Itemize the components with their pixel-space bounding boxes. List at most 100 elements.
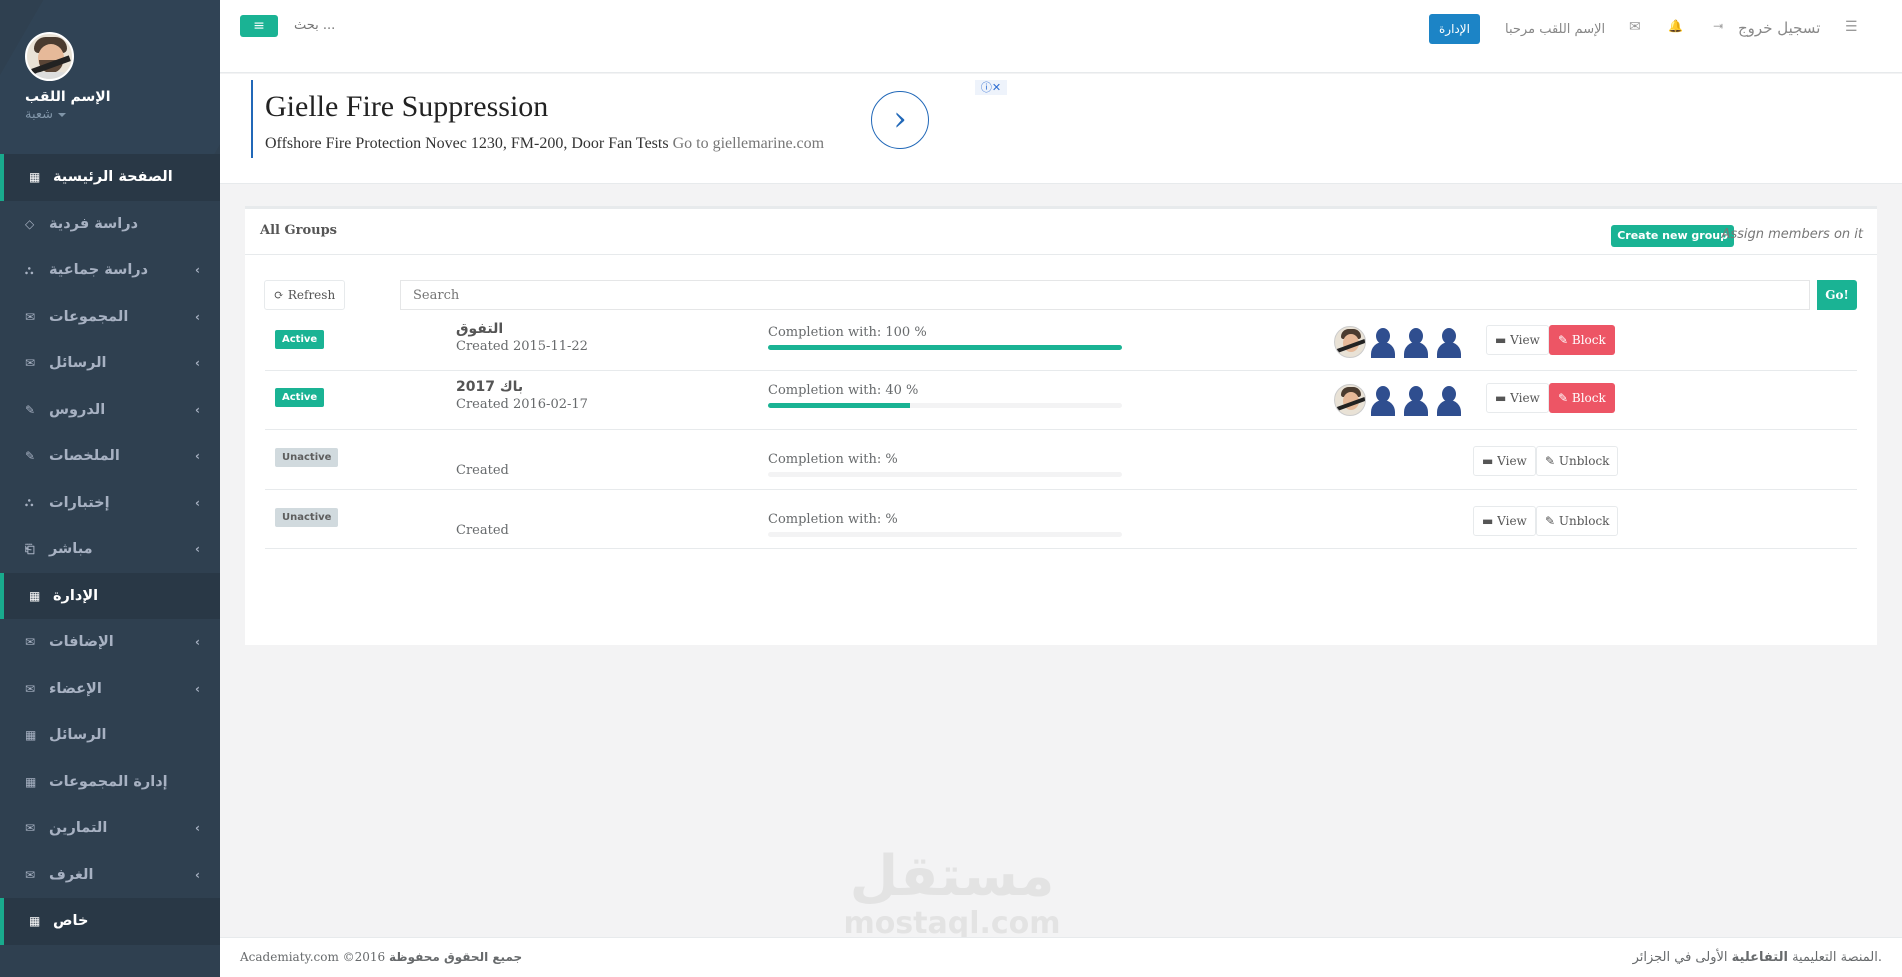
group-search-input[interactable] <box>400 280 1810 310</box>
block-button[interactable]: ✎ Block <box>1549 325 1615 355</box>
sidebar-item-label: الرسائل <box>49 355 107 372</box>
sidebar-item-label: الإدارة <box>53 587 99 604</box>
admin-button[interactable]: الإدارة <box>1429 14 1480 44</box>
footer: Academiaty.com ©2016 جميع الحقوق محفوظة … <box>220 937 1902 977</box>
sidebar-item-icon: ✉ <box>25 821 36 836</box>
menu-toggle-button[interactable]: ≡ <box>240 15 278 37</box>
user-icon[interactable] <box>1367 326 1399 358</box>
chevron-left-icon: ‹ <box>195 635 200 650</box>
chevron-left-icon: ‹ <box>195 449 200 464</box>
sidebar-item-label: الملخصات <box>49 448 120 465</box>
completion-text: Completion with: % <box>768 452 898 467</box>
profile-avatar[interactable] <box>25 32 74 81</box>
table-row: Active التفوق Created 2015-11-22 Completion… <box>265 313 1857 371</box>
sidebar-item-label: الإضافات <box>49 634 114 651</box>
sidebar-item-icon: ✎ <box>25 449 36 464</box>
ad-title[interactable]: Gielle Fire Suppression <box>265 90 548 124</box>
sidebar-item[interactable]: ✎ الملخصات ‹ <box>0 433 220 480</box>
assign-members-text: Assign members on it <box>1721 227 1863 242</box>
unblock-button[interactable]: ✎ Unblock <box>1536 446 1619 476</box>
refresh-button[interactable]: ⟳ Refresh <box>264 280 346 310</box>
group-name[interactable]: التفوق <box>456 321 503 337</box>
sidebar-item[interactable]: ✉ الإعضاء ‹ <box>0 666 220 713</box>
completion-progress-bar <box>768 403 1122 408</box>
ad-description: Offshore Fire Protection Novec 1230, FM-… <box>265 135 669 152</box>
sidebar-item[interactable]: ✉ الإضافات ‹ <box>0 619 220 666</box>
mail-icon[interactable]: ✉ <box>1629 19 1641 35</box>
footer-tagline: .المنصة التعليمية التفاعلية الأولى في ال… <box>1633 950 1882 965</box>
view-button[interactable]: ▬ View <box>1486 383 1549 413</box>
sidebar-item-label: الرسائل <box>49 727 107 744</box>
member-photo-avatar[interactable] <box>1334 326 1366 358</box>
sidebar-item[interactable]: ◇ دراسة فردية <box>0 201 220 248</box>
logout-link[interactable]: تسجيل خروج <box>1738 19 1820 37</box>
watermark-latin: mostaql.com <box>843 906 1061 941</box>
sidebar-item-icon: ✉ <box>25 635 36 650</box>
sidebar-item-icon: ▦ <box>29 588 41 603</box>
create-group-button[interactable]: Create new group <box>1611 225 1734 247</box>
unblock-button[interactable]: ✎ Unblock <box>1536 506 1619 536</box>
sidebar-item-label: المجموعات <box>49 308 129 325</box>
group-name[interactable]: باك 2017 <box>456 379 523 395</box>
sidebar-item[interactable]: ⛬ دراسة جماعية ‹ <box>0 247 220 294</box>
sidebar-item[interactable]: ✎ الدروس ‹ <box>0 387 220 434</box>
profile-section: الإسم اللقب شعبة <box>0 0 220 154</box>
completion-progress-bar <box>768 472 1122 477</box>
top-navbar: ≡ الإدارة الإسم اللقب مرحبا ✉ 🔔 ⇥ تسجيل … <box>220 0 1902 73</box>
block-button[interactable]: ✎ Block <box>1549 383 1615 413</box>
sidebar-item-icon: ⛬ <box>25 495 34 510</box>
ad-close-icon[interactable]: ⓘ✕ <box>975 80 1007 95</box>
user-icon[interactable] <box>1400 326 1432 358</box>
user-icon[interactable] <box>1400 384 1432 416</box>
table-row: Unactive Created Completion with: % ▬ View ✎… <box>265 430 1857 490</box>
panel-title: All Groups <box>260 223 337 238</box>
sidebar-item-icon: ⎗ <box>25 541 35 556</box>
sidebar-item[interactable]: ▦ الصفحة الرئيسية <box>0 154 220 201</box>
sidebar-item[interactable]: ✉ التمارين ‹ <box>0 805 220 852</box>
profile-role-dropdown[interactable]: شعبة <box>25 107 220 122</box>
list-icon[interactable]: ☰ <box>1845 19 1858 35</box>
view-button[interactable]: ▬ View <box>1473 446 1536 476</box>
group-created-date: Created <box>456 523 509 538</box>
sidebar-item[interactable]: ▦ خاص <box>0 898 220 945</box>
ad-link[interactable]: Go to giellemarine.com <box>673 135 825 152</box>
bell-icon[interactable]: 🔔 <box>1668 19 1683 33</box>
chevron-left-icon: ‹ <box>195 542 200 557</box>
caret-down-icon <box>58 112 67 117</box>
user-icon[interactable] <box>1367 384 1399 416</box>
sidebar-item-label: الصفحة الرئيسية <box>53 169 173 186</box>
sidebar-item[interactable]: ✉ المجموعات ‹ <box>0 294 220 341</box>
member-photo-avatar[interactable] <box>1334 384 1366 416</box>
user-icon[interactable] <box>1433 384 1465 416</box>
logout-icon[interactable]: ⇥ <box>1713 19 1723 33</box>
ad-text: Offshore Fire Protection Novec 1230, FM-… <box>265 135 824 153</box>
footer-tagline-suffix: الأولى في الجزائر <box>1632 950 1728 965</box>
watermark: مستقل mostaql.com <box>834 845 1070 939</box>
view-button[interactable]: ▬ View <box>1486 325 1549 355</box>
sidebar-nav: ▦ الصفحة الرئيسية ◇ دراسة فردية ⛬ دراسة جماعي… <box>0 154 220 945</box>
user-icon[interactable] <box>1433 326 1465 358</box>
sidebar-item-icon: ▦ <box>29 170 41 185</box>
view-button[interactable]: ▬ View <box>1473 506 1536 536</box>
top-search-input[interactable] <box>294 18 494 33</box>
sidebar-item[interactable]: ▦ الإدارة <box>0 572 220 619</box>
sidebar-item[interactable]: ✉ الرسائل ‹ <box>0 340 220 387</box>
ad-box[interactable]: Gielle Fire Suppression Offshore Fire Pr… <box>251 80 1007 158</box>
chevron-left-icon: ‹ <box>195 356 200 371</box>
table-row: Active باك 2017 Created 2016-02-17 Completi… <box>265 371 1857 430</box>
profile-role: شعبة <box>25 107 54 122</box>
status-badge: Unactive <box>275 448 339 467</box>
sidebar-item-icon: ✎ <box>25 402 36 417</box>
member-avatars <box>1334 326 1465 358</box>
go-button[interactable]: Go! <box>1817 280 1857 310</box>
sidebar-item-label: إدارة المجموعات <box>49 773 168 790</box>
completion-progress-bar <box>768 532 1122 537</box>
status-badge: Unactive <box>275 508 339 527</box>
sidebar-item[interactable]: ▦ إدارة المجموعات <box>0 759 220 806</box>
sidebar-item[interactable]: ⛬ إختبارات ‹ <box>0 480 220 527</box>
chevron-right-icon[interactable]: › <box>871 91 929 149</box>
sidebar-item[interactable]: ✉ الغرف ‹ <box>0 852 220 899</box>
sidebar-item[interactable]: ▦ الرسائل <box>0 712 220 759</box>
sidebar-item-icon: ✉ <box>25 356 36 371</box>
sidebar-item[interactable]: ⎗ مباشر ‹ <box>0 526 220 573</box>
